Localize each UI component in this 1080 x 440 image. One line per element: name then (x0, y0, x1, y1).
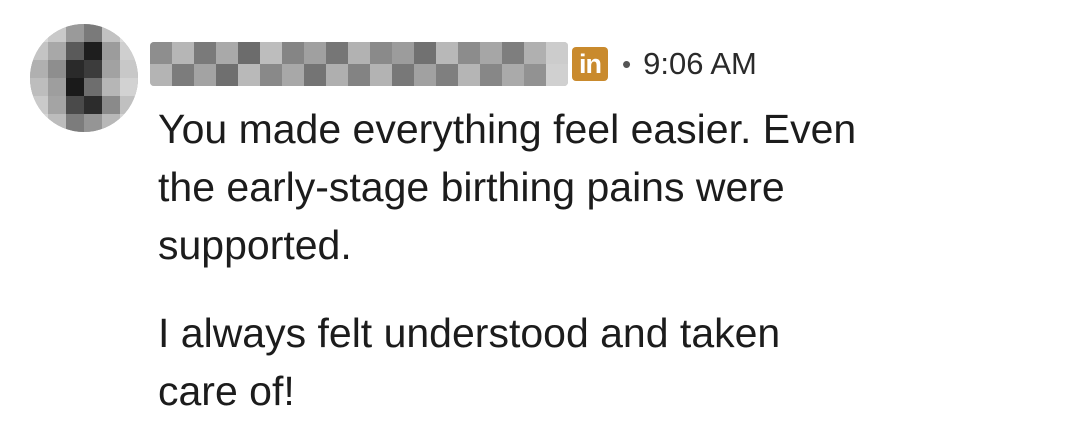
message-line: I always felt understood and taken (158, 310, 781, 356)
message-paragraph: You made everything feel easier. Even th… (158, 100, 1038, 274)
message-line: the early-stage birthing pains were (158, 164, 785, 210)
message-header: in • 9:06 AM (150, 38, 757, 90)
message-paragraph: I always felt understood and taken care … (158, 304, 1038, 420)
sender-avatar[interactable] (30, 24, 138, 132)
linkedin-icon: in (572, 47, 608, 81)
message-line: supported. (158, 222, 352, 268)
redaction-pixelation (150, 42, 568, 86)
sender-name-redacted[interactable] (150, 42, 568, 86)
avatar-pixelated-image (30, 24, 138, 132)
message-body: You made everything feel easier. Even th… (158, 100, 1038, 420)
message-line: care of! (158, 368, 295, 414)
message-line: You made everything feel easier. Even (158, 106, 857, 152)
separator-dot: • (622, 48, 632, 79)
message-card: in • 9:06 AM You made everything feel ea… (0, 0, 1080, 440)
message-timestamp: 9:06 AM (643, 46, 757, 81)
